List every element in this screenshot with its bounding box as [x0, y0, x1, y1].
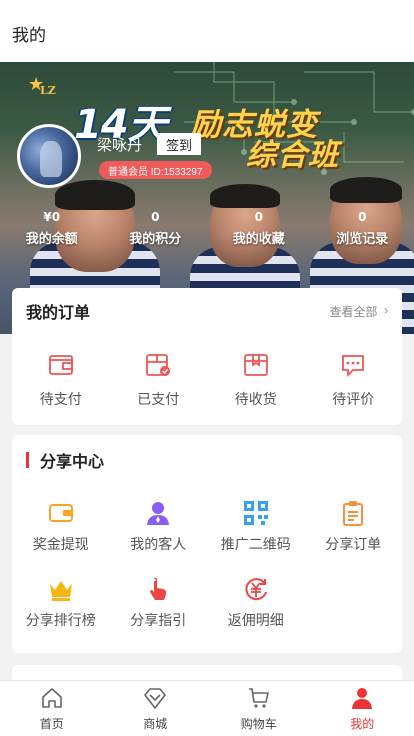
share-orders[interactable]: 分享订单 [305, 500, 403, 576]
section-accent-bar [26, 452, 29, 468]
qrcode-icon [243, 501, 268, 525]
home-icon [41, 688, 62, 708]
chevron-right-icon: › [383, 303, 389, 319]
share-item-label: 推广二维码 [220, 537, 291, 553]
orders-card: 我的订单 查看全部 › 待支付 已支付 待收货 待评价 [12, 288, 402, 425]
logo-text: LZ [40, 84, 56, 97]
tab-label: 我的 [350, 717, 375, 731]
order-item-label: 待支付 [39, 392, 82, 408]
share-item-label: 分享订单 [325, 537, 382, 553]
stat-label: 我的积分 [129, 232, 182, 247]
photo-child-3-hair [330, 177, 402, 203]
wallet-icon [48, 355, 73, 375]
orders-title: 我的订单 [26, 303, 91, 322]
avatar[interactable] [17, 124, 81, 188]
cart-icon [248, 688, 269, 708]
wallet-icon [48, 504, 73, 522]
share-my-guests[interactable]: 我的客人 [110, 500, 208, 576]
order-item-label: 待收货 [234, 392, 277, 408]
tab-mine[interactable]: 我的 [311, 681, 414, 736]
view-all-label: 查看全部 [329, 304, 378, 319]
order-item-label: 待评价 [332, 392, 375, 408]
top-bar: 我的 [0, 0, 414, 62]
bottom-tabbar: 首页 商城 购物车 我的 [0, 680, 414, 736]
share-rebate-details[interactable]: 返佣明细 [207, 576, 305, 652]
tab-mall[interactable]: 商城 [104, 681, 208, 736]
stat-points[interactable]: 0 我的积分 [104, 210, 208, 247]
order-awaiting-delivery[interactable]: 待收货 [207, 351, 305, 409]
banner-headline-class: 综合班 [246, 138, 339, 173]
share-guide[interactable]: 分享指引 [110, 576, 208, 652]
photo-child-1-hair [55, 180, 135, 210]
stat-value: 0 [151, 210, 160, 224]
stat-value: 0 [358, 210, 367, 224]
share-item-label: 分享指引 [130, 613, 187, 629]
stat-value: 0 [254, 210, 263, 224]
yuan-cycle-icon [245, 578, 267, 601]
order-awaiting-review[interactable]: 待评价 [305, 351, 403, 409]
tab-cart[interactable]: 购物车 [207, 681, 311, 736]
diamond-icon [144, 688, 167, 709]
signin-button[interactable]: 签到 [157, 133, 201, 155]
share-item-label: 返佣明细 [227, 613, 284, 629]
stats-row: ¥0 我的余额 0 我的积分 0 我的收藏 0 浏览记录 [0, 210, 414, 247]
tab-label: 首页 [39, 717, 64, 731]
share-item-label: 我的客人 [130, 537, 187, 553]
clipboard-icon [343, 501, 364, 526]
share-title: 分享中心 [40, 452, 105, 471]
tab-label: 购物车 [240, 717, 277, 731]
pointer-hand-icon [150, 577, 167, 600]
stat-label: 我的收藏 [232, 232, 285, 247]
photo-child-2-hair [210, 184, 280, 208]
share-item-label: 奖金提现 [32, 537, 89, 553]
paid-box-icon [146, 354, 171, 376]
member-badge: 普通会员 ID:1533297 [99, 161, 212, 179]
crown-icon [49, 581, 72, 601]
user-icon [352, 688, 373, 709]
stat-label: 我的余额 [25, 232, 78, 247]
stat-label: 浏览记录 [336, 232, 389, 247]
delivery-box-icon [243, 354, 268, 376]
order-paid[interactable]: 已支付 [110, 351, 208, 409]
share-item-label: 分享排行榜 [25, 613, 96, 629]
share-qrcode[interactable]: 推广二维码 [207, 500, 305, 576]
brand-logo: ★ LZ [20, 72, 80, 110]
stat-balance[interactable]: ¥0 我的余额 [0, 210, 104, 247]
share-header: 分享中心 [12, 435, 402, 485]
stat-value: ¥0 [43, 210, 61, 224]
share-center-card: 分享中心 奖金提现 我的客人 推广二维码 分享订单 分享排行榜 分享指引 返佣明… [12, 435, 402, 653]
user-icon [147, 502, 170, 525]
order-item-label: 已支付 [137, 392, 180, 408]
stat-favorites[interactable]: 0 我的收藏 [207, 210, 311, 247]
stat-history[interactable]: 0 浏览记录 [311, 210, 414, 247]
username: 梁咏丹 [97, 136, 143, 154]
order-pending-payment[interactable]: 待支付 [12, 351, 110, 409]
share-bonus-withdraw[interactable]: 奖金提现 [12, 500, 110, 576]
tab-label: 商城 [143, 717, 168, 731]
tab-home[interactable]: 首页 [0, 681, 104, 736]
page-title: 我的 [12, 25, 46, 46]
share-leaderboard[interactable]: 分享排行榜 [12, 576, 110, 652]
orders-header: 我的订单 查看全部 › [12, 288, 402, 334]
comment-icon [342, 355, 365, 378]
view-all-orders-link[interactable]: 查看全部 › [329, 303, 389, 320]
